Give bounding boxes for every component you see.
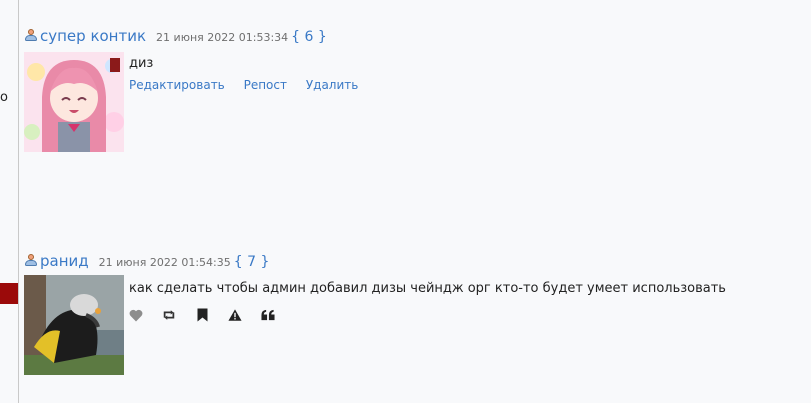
user-icon <box>24 253 38 267</box>
message-text: диз <box>129 56 154 71</box>
avatar[interactable] <box>24 275 124 375</box>
message-text: как сделать чтобы админ добавил дизы чей… <box>129 281 726 296</box>
left-rail: о <box>0 0 19 403</box>
post-number[interactable]: { 7 } <box>234 254 270 270</box>
heart-icon[interactable] <box>129 307 143 323</box>
timestamp: 21 июня 2022 01:53:34 <box>156 31 289 44</box>
post-action-icons <box>129 307 294 323</box>
delete-link[interactable]: Удалить <box>306 78 359 92</box>
username-link[interactable]: ранид <box>40 252 89 270</box>
post-actions: Редактировать Репост Удалить <box>129 78 373 92</box>
bookmark-icon[interactable] <box>195 307 209 323</box>
username-link[interactable]: супер контик <box>40 27 146 45</box>
repost-link[interactable]: Репост <box>244 78 287 92</box>
edit-link[interactable]: Редактировать <box>129 78 225 92</box>
left-text-fragment: о <box>0 90 8 105</box>
quote-icon[interactable] <box>261 307 275 323</box>
timestamp: 21 июня 2022 01:54:35 <box>98 256 231 269</box>
left-marker <box>0 283 18 304</box>
post-number[interactable]: { 6 } <box>291 29 327 45</box>
warning-icon[interactable] <box>228 307 242 323</box>
avatar[interactable] <box>24 52 124 152</box>
post-header: ранид 21 июня 2022 01:54:35 { 7 } <box>24 252 269 272</box>
user-icon <box>24 28 38 42</box>
post-header: супер контик 21 июня 2022 01:53:34 { 6 } <box>24 27 327 47</box>
divider <box>18 0 19 403</box>
repost-icon[interactable] <box>162 307 176 323</box>
